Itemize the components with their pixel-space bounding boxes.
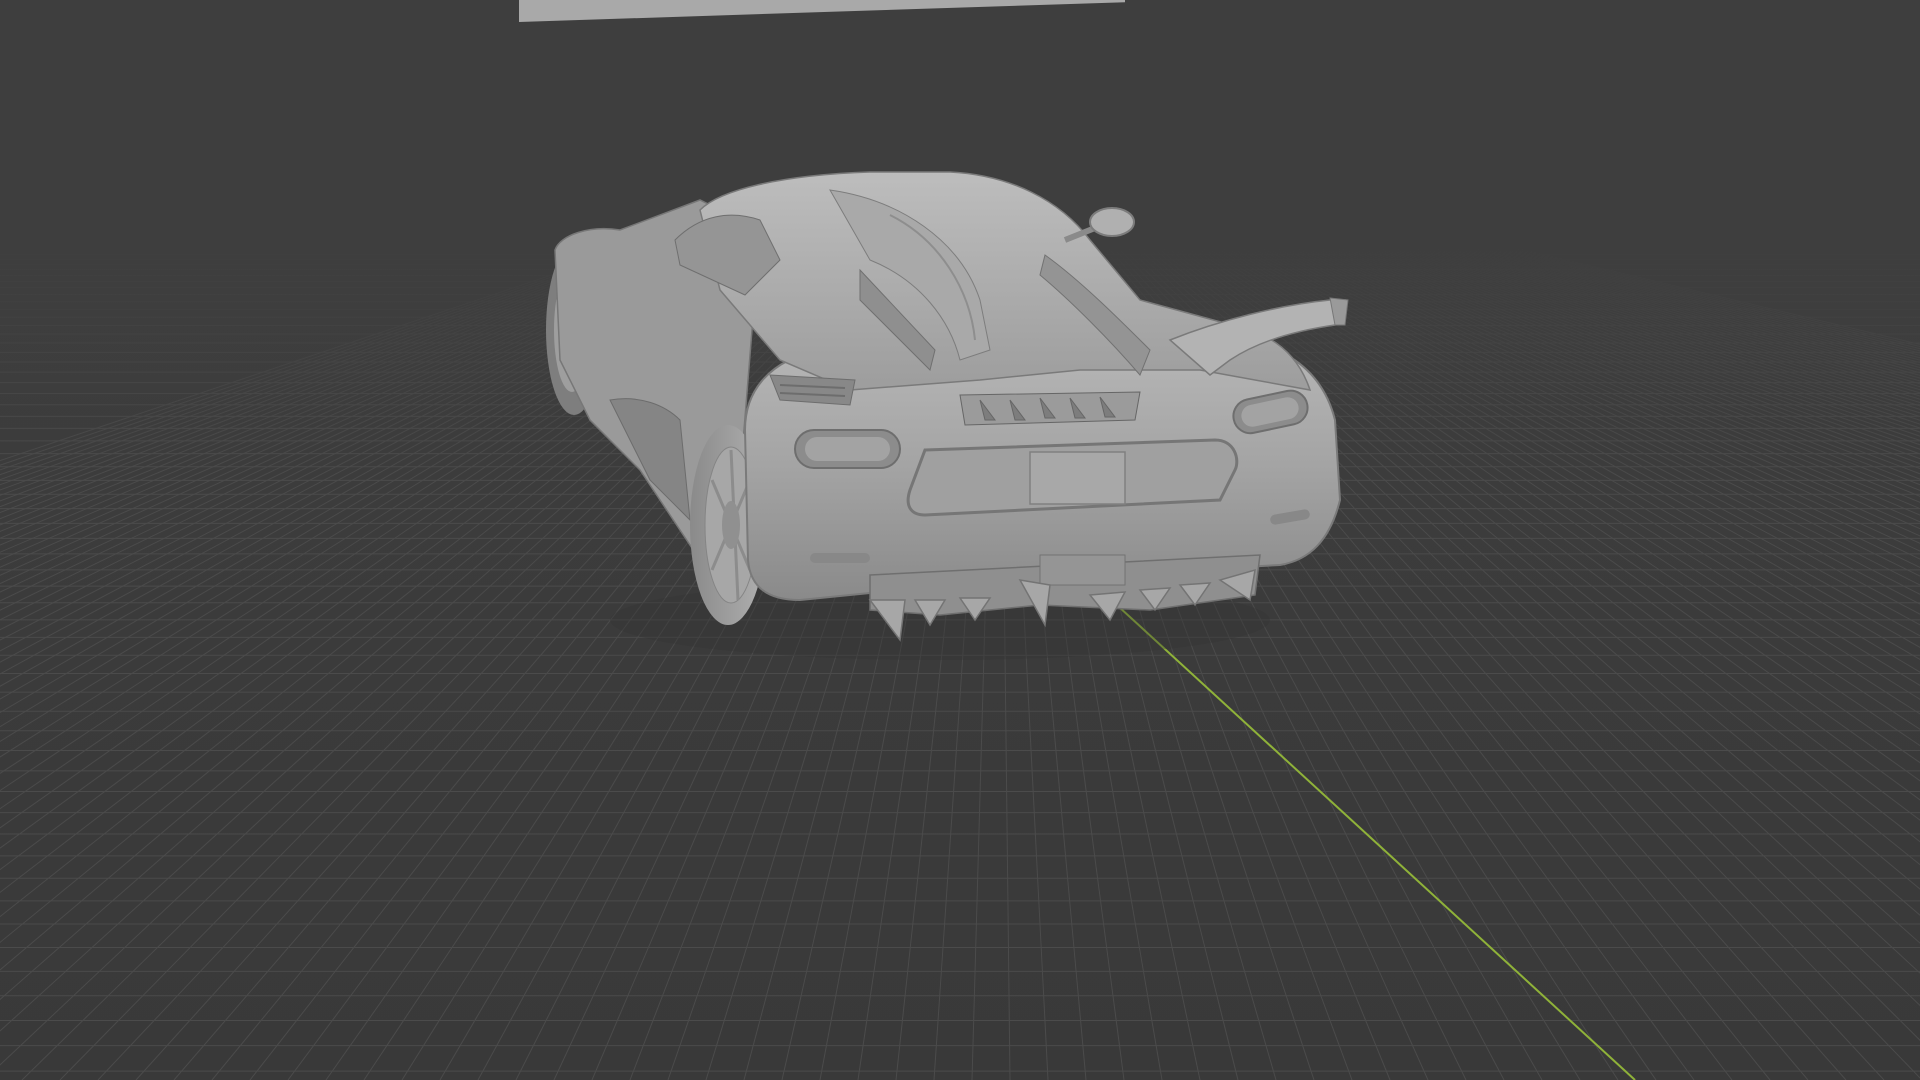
car-model[interactable]: [0, 0, 1920, 1080]
engine-vents: [959, 391, 1141, 426]
tail-light-left: [794, 429, 901, 469]
exhaust-outlet: [1039, 554, 1126, 586]
rear-quarter-vents: [769, 374, 856, 406]
3d-viewport[interactable]: [0, 0, 1920, 1080]
reflector-left: [810, 553, 870, 563]
license-plate: [1029, 451, 1126, 505]
